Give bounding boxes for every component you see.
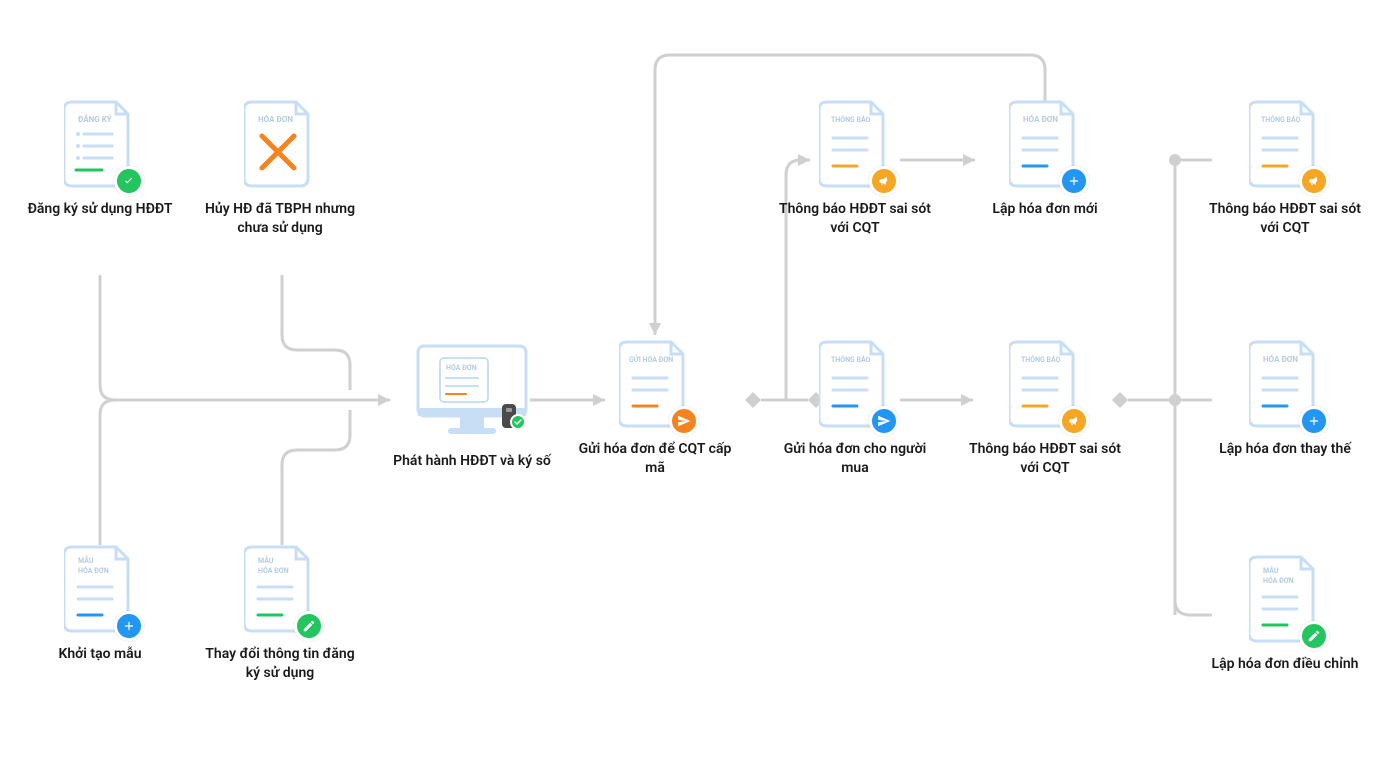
- node-label: Phát hành HĐĐT và ký số: [392, 452, 552, 471]
- svg-text:HÓA ĐƠN: HÓA ĐƠN: [258, 566, 289, 575]
- node-label: Gửi hóa đơn để CQT cấp mã: [575, 440, 735, 478]
- doc-title: HÓA ĐƠN: [258, 115, 293, 124]
- node-label: Thông báo HĐĐT sai sót với CQT: [1205, 200, 1365, 238]
- doc-title: HÓA ĐƠN: [1023, 115, 1058, 124]
- svg-text:MẪU: MẪU: [1263, 565, 1279, 575]
- doc-title: THÔNG BÁO: [1261, 115, 1301, 124]
- node-send-cqt: GỬI HÓA ĐƠN Gửi hóa đơn để CQT cấp mã: [575, 340, 735, 478]
- send-icon: [869, 406, 899, 436]
- node-label: Khởi tạo mẫu: [20, 645, 180, 664]
- pencil-icon: [294, 611, 324, 641]
- doc-title: THÔNG BÁO: [831, 115, 871, 124]
- plus-icon: [114, 611, 144, 641]
- node-error-notice-3: THÔNG BÁO Thông báo HĐĐT sai sót với CQT: [1205, 100, 1365, 238]
- plus-icon: [1059, 166, 1089, 196]
- doc-title: ĐĂNG KÝ: [78, 115, 112, 124]
- svg-text:MẪU: MẪU: [78, 555, 94, 565]
- node-error-notice-2: THÔNG BÁO Thông báo HĐĐT sai sót với CQT: [965, 340, 1125, 478]
- doc-title: HÓA ĐƠN: [1263, 355, 1298, 364]
- doc-title: THÔNG BÁO: [1021, 355, 1061, 364]
- node-create-template: MẪU HÓA ĐƠN Khởi tạo mẫu: [20, 545, 180, 664]
- node-label: Lập hóa đơn mới: [965, 200, 1125, 219]
- pencil-icon: [1299, 621, 1329, 651]
- check-icon: [114, 166, 144, 196]
- node-label: Hủy HĐ đã TBPH nhưng chưa sử dụng: [200, 200, 360, 238]
- plus-icon: [1299, 406, 1329, 436]
- megaphone-icon: [869, 166, 899, 196]
- node-send-buyer: THÔNG BÁO Gửi hóa đơn cho người mua: [775, 340, 935, 478]
- node-label: Thay đổi thông tin đăng ký sử dụng: [200, 645, 360, 683]
- node-label: Lập hóa đơn điều chỉnh: [1205, 655, 1365, 674]
- node-label: Gửi hóa đơn cho người mua: [775, 440, 935, 478]
- node-label: Đăng ký sử dụng HĐĐT: [20, 200, 180, 219]
- doc-title: GỬI HÓA ĐƠN: [629, 354, 673, 364]
- svg-text:HÓA ĐƠN: HÓA ĐƠN: [1263, 576, 1294, 585]
- node-register: ĐĂNG KÝ Đăng ký sử dụng HĐĐT: [20, 100, 180, 219]
- megaphone-icon: [1299, 166, 1329, 196]
- node-edit-register: MẪU HÓA ĐƠN Thay đổi thông tin đăng ký s…: [200, 545, 360, 683]
- svg-text:HÓA ĐƠN: HÓA ĐƠN: [78, 566, 109, 575]
- send-icon: [669, 406, 699, 436]
- node-cancel: HÓA ĐƠN Hủy HĐ đã TBPH nhưng chưa sử dụn…: [200, 100, 360, 238]
- svg-text:MẪU: MẪU: [258, 555, 274, 565]
- doc-title: HÓA ĐƠN: [446, 363, 477, 372]
- node-label: Thông báo HĐĐT sai sót với CQT: [965, 440, 1125, 478]
- node-new-invoice: HÓA ĐƠN Lập hóa đơn mới: [965, 100, 1125, 219]
- node-issue-sign: HÓA ĐƠN Phát hành HĐĐT và ký số: [392, 340, 552, 471]
- node-label: Lập hóa đơn thay thế: [1205, 440, 1365, 459]
- doc-title: THÔNG BÁO: [831, 355, 871, 364]
- node-error-notice-1: THÔNG BÁO Thông báo HĐĐT sai sót với CQT: [775, 100, 935, 238]
- node-adjust-invoice: MẪU HÓA ĐƠN Lập hóa đơn điều chỉnh: [1205, 555, 1365, 674]
- megaphone-icon: [1059, 406, 1089, 436]
- node-replace-invoice: HÓA ĐƠN Lập hóa đơn thay thế: [1205, 340, 1365, 459]
- node-label: Thông báo HĐĐT sai sót với CQT: [775, 200, 935, 238]
